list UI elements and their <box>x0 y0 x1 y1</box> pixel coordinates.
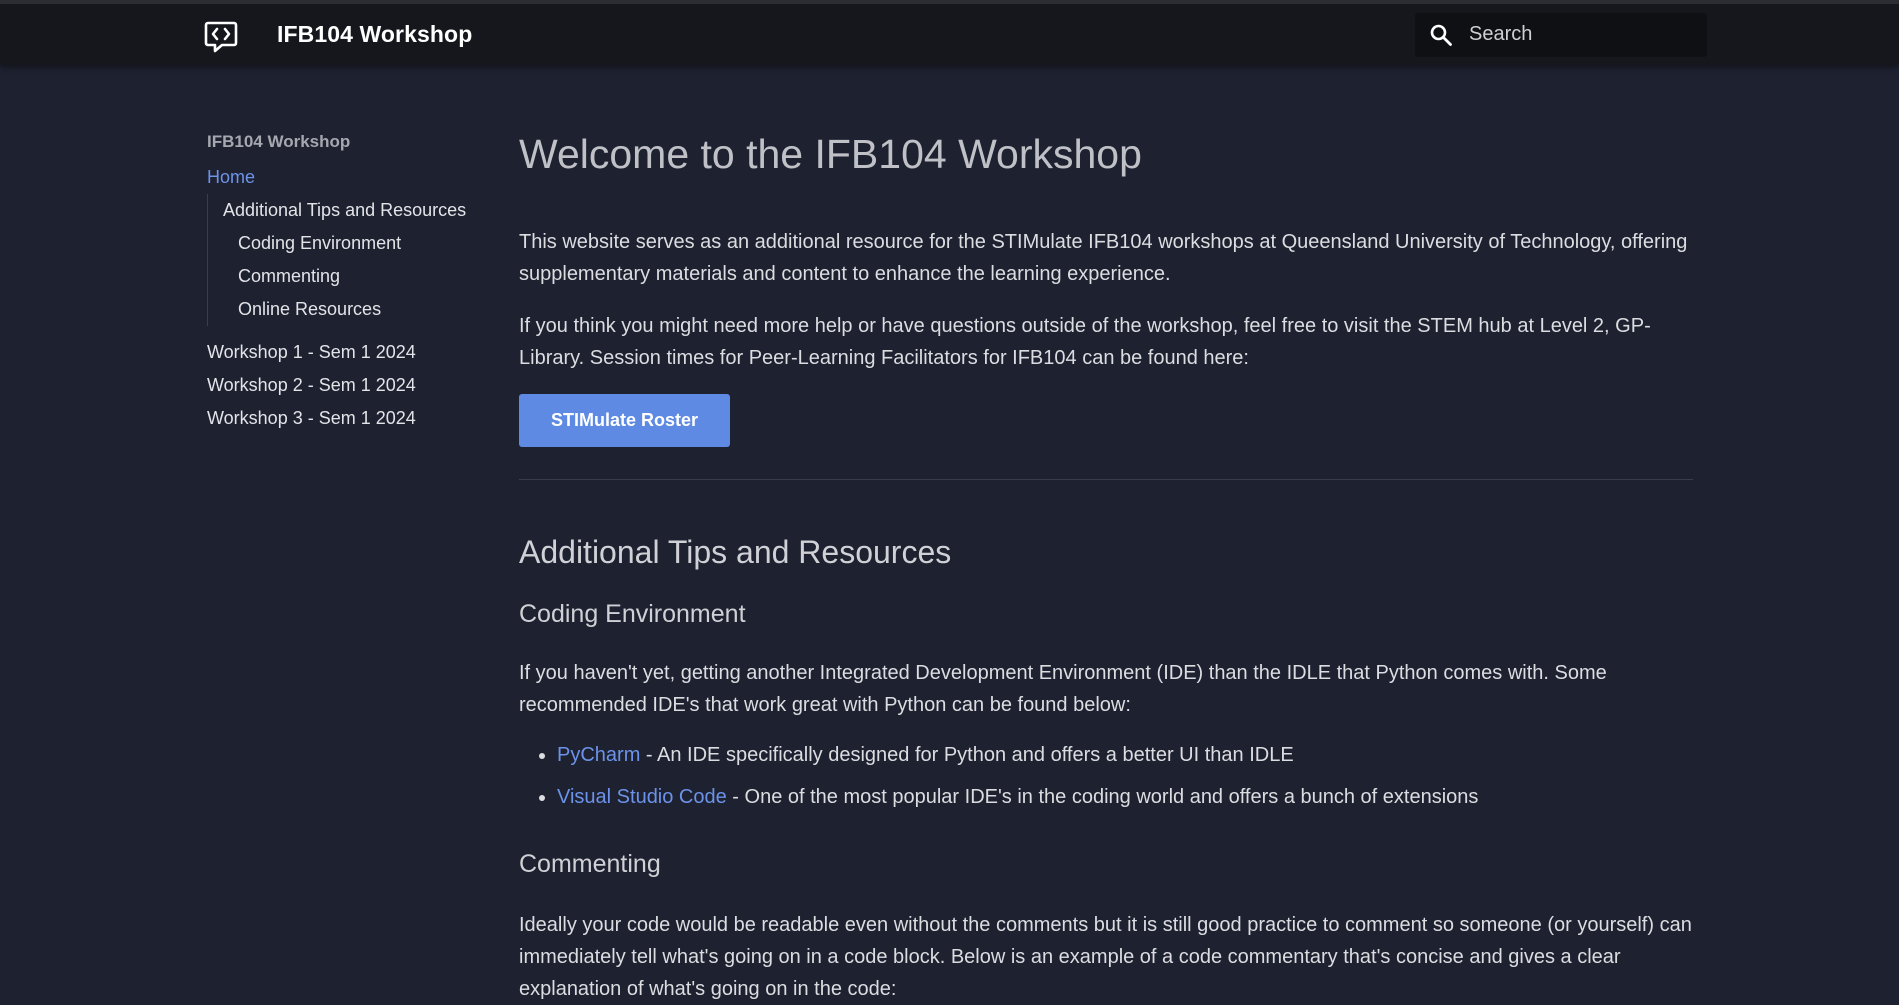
sidebar-item-workshop-3[interactable]: Workshop 3 - Sem 1 2024 <box>207 402 487 435</box>
search-box[interactable] <box>1415 13 1707 57</box>
sidebar-item-additional-tips[interactable]: Additional Tips and Resources <box>223 194 487 227</box>
intro-paragraph: This website serves as an additional res… <box>519 231 1688 285</box>
sidebar-item-workshop-1[interactable]: Workshop 1 - Sem 1 2024 <box>207 336 487 369</box>
site-title[interactable]: IFB104 Workshop <box>277 21 472 48</box>
pycharm-description: - An IDE specifically designed for Pytho… <box>640 744 1294 766</box>
vscode-link[interactable]: Visual Studio Code <box>557 786 727 808</box>
ide-list: PyCharm - An IDE specifically designed f… <box>519 739 1693 813</box>
list-item: Visual Studio Code - One of the most pop… <box>557 781 1693 813</box>
page-title: Welcome to the IFB104 Workshop <box>519 131 1142 177</box>
search-icon <box>1430 24 1452 46</box>
sidebar-item-commenting[interactable]: Commenting <box>223 260 487 293</box>
sidebar-item-workshop-2[interactable]: Workshop 2 - Sem 1 2024 <box>207 369 487 402</box>
help-paragraph: If you think you might need more help or… <box>519 315 1651 369</box>
commenting-paragraph: Ideally your code would be readable even… <box>519 914 1692 1000</box>
pycharm-link[interactable]: PyCharm <box>557 744 640 766</box>
main-content: Welcome to the IFB104 Workshop This webs… <box>519 126 1693 1005</box>
coding-environment-paragraph: If you haven't yet, getting another Inte… <box>519 662 1607 716</box>
sidebar-item-online-resources[interactable]: Online Resources <box>223 293 487 326</box>
commenting-heading: Commenting <box>519 850 661 878</box>
sidebar-item-coding-environment[interactable]: Coding Environment <box>223 227 487 260</box>
sidebar-title[interactable]: IFB104 Workshop <box>207 128 487 161</box>
code-comment-icon[interactable] <box>204 20 238 54</box>
tips-heading: Additional Tips and Resources <box>519 534 952 570</box>
top-bar: IFB104 Workshop <box>0 0 1899 65</box>
sidebar-item-home[interactable]: Home <box>207 161 487 194</box>
sidebar-nav: IFB104 Workshop Home Additional Tips and… <box>207 128 487 435</box>
section-divider <box>519 479 1693 480</box>
coding-environment-heading: Coding Environment <box>519 600 746 628</box>
search-input[interactable] <box>1469 21 1694 47</box>
sidebar-subnav: Additional Tips and Resources Coding Env… <box>207 194 487 326</box>
list-item: PyCharm - An IDE specifically designed f… <box>557 739 1693 771</box>
stimulate-roster-button[interactable]: STIMulate Roster <box>519 394 730 447</box>
vscode-description: - One of the most popular IDE's in the c… <box>726 786 1479 808</box>
